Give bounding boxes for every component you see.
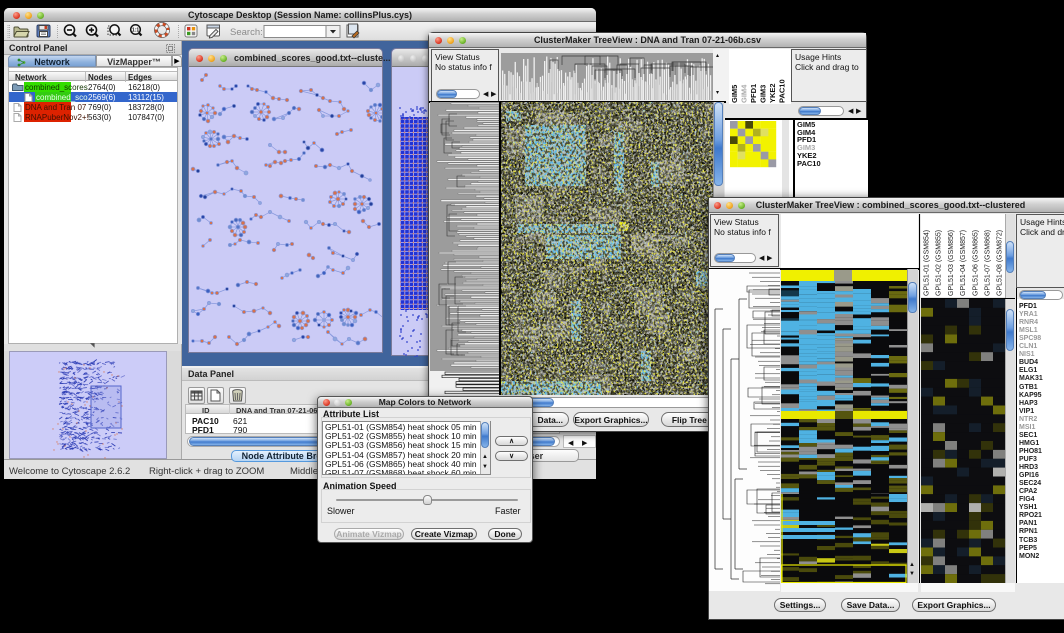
svg-text:PFD1: PFD1 [749,84,758,103]
svg-text:YKE2: YKE2 [768,83,777,103]
svg-text:GIM3: GIM3 [759,85,768,103]
svg-text:GPL51-04 (GSM857): GPL51-04 (GSM857) [960,230,967,296]
svg-text:PAC10: PAC10 [778,79,787,103]
svg-text:GPL51-02 (GSM855): GPL51-02 (GSM855) [936,230,943,296]
svg-text:GIM4: GIM4 [740,84,749,103]
svg-text:GPL51-01 (GSM854): GPL51-01 (GSM854) [924,230,931,296]
svg-text:GIM5: GIM5 [730,85,739,103]
svg-text:GPL51-03 (GSM856): GPL51-03 (GSM856) [948,230,955,296]
svg-text:1:1: 1:1 [132,28,139,34]
svg-text:GPL51-06 (GSM865): GPL51-06 (GSM865) [972,230,979,296]
svg-text:Search:: Search: [230,27,263,38]
svg-text:GPL51-07 (GSM868): GPL51-07 (GSM868) [985,230,992,296]
svg-text:GPL51-08 (GSM872): GPL51-08 (GSM872) [997,230,1004,296]
